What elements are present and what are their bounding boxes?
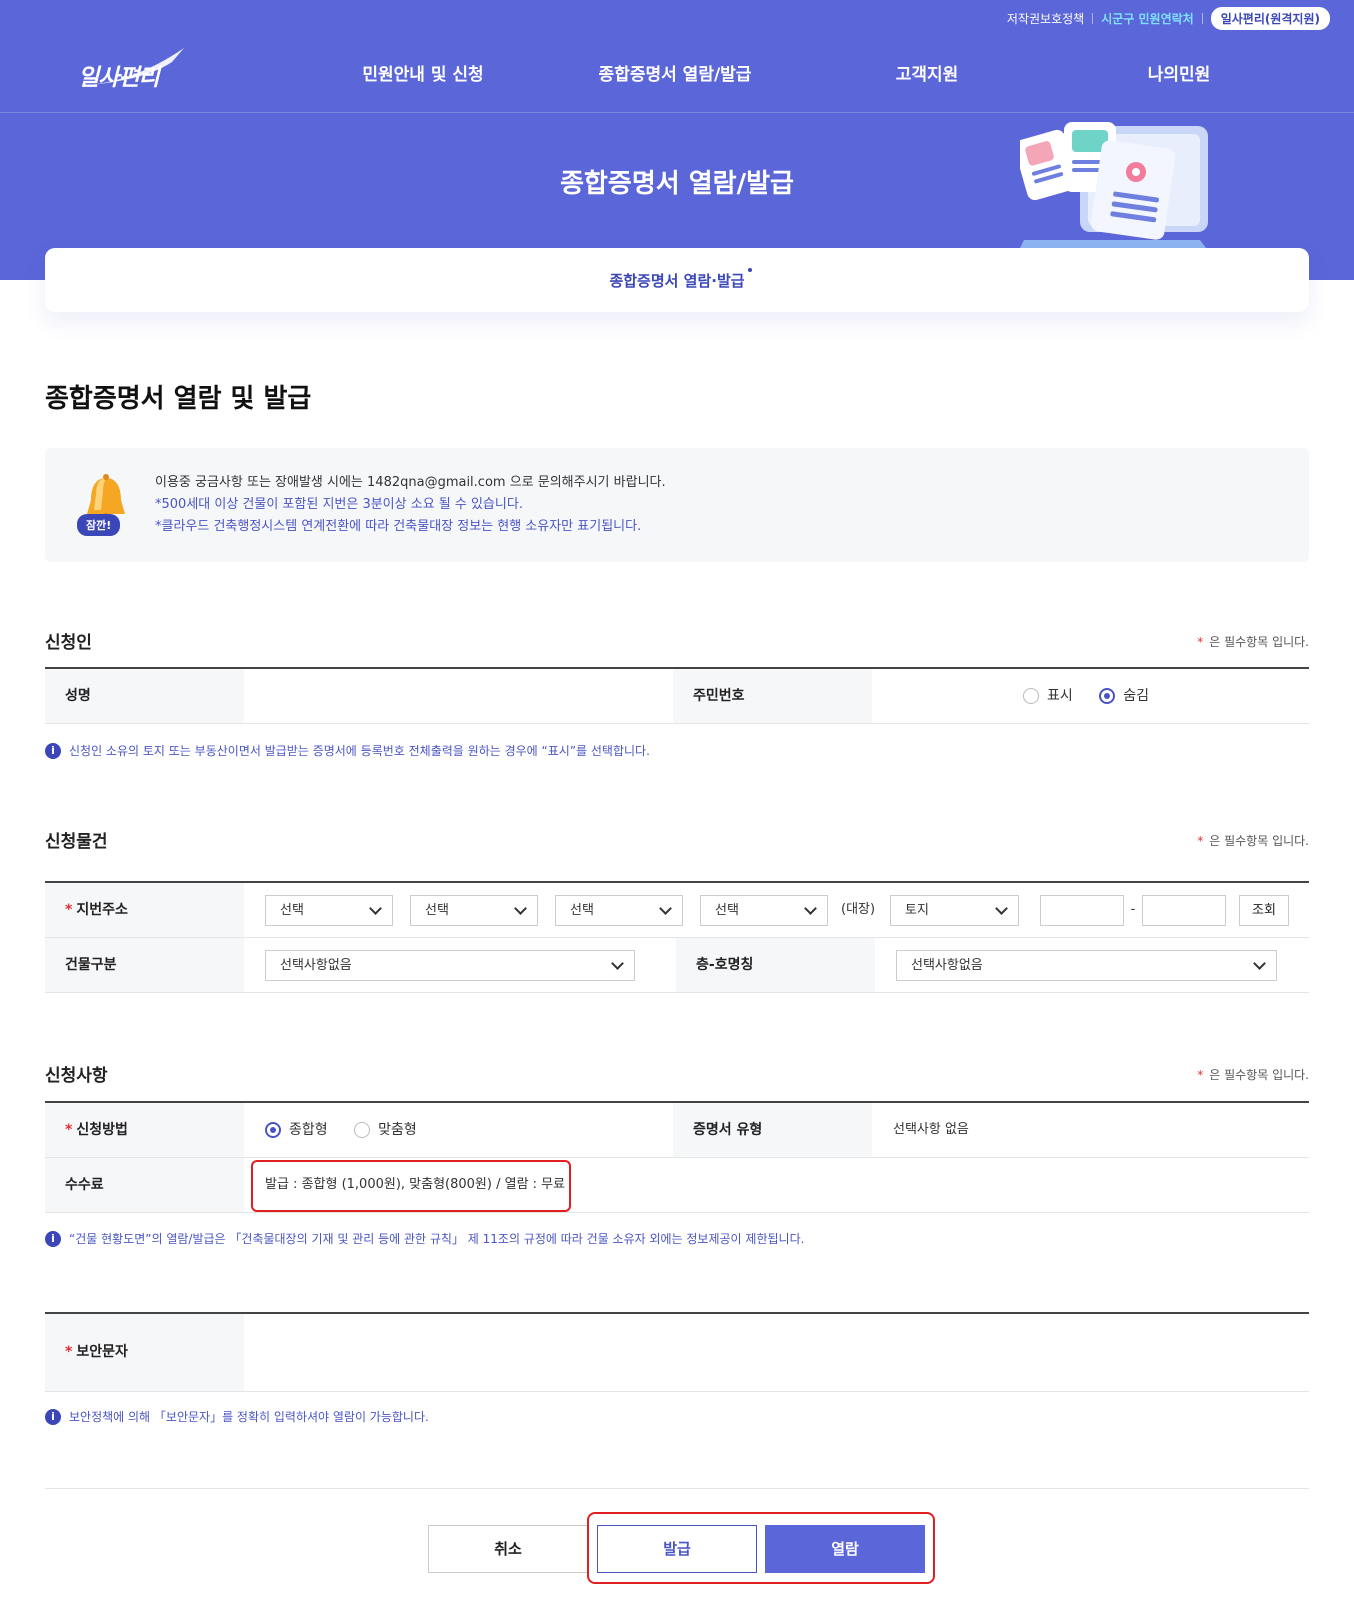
cancel-button[interactable]: 취소 (428, 1525, 588, 1573)
chevron-down-icon (659, 902, 672, 915)
table-row: * 보안문자 (45, 1314, 1309, 1392)
chevron-down-icon (1253, 957, 1266, 970)
applicant-info: i 신청인 소유의 토지 또는 부동산이면서 발급받는 증명서에 등록번호 전체출… (45, 742, 650, 759)
rrn-label: 주민번호 (673, 669, 872, 723)
request-info: i “건물 현황도면”의 열람/발급은 「건축물대장의 기재 및 관리 등에 관한… (45, 1230, 804, 1247)
search-button[interactable]: 조회 (1239, 895, 1289, 926)
captcha-label: * 보안문자 (45, 1314, 244, 1391)
divider (1201, 13, 1203, 24)
table-row: * 지번주소 선택 선택 선택 선택 (대장) 토지 - 조회 (45, 883, 1309, 938)
notice-text: 이용중 궁금사항 또는 장애발생 시에는 1482qna@gmail.com 으… (155, 472, 666, 538)
chevron-down-icon (804, 902, 817, 915)
eupmyeondong-select[interactable]: 선택 (555, 895, 683, 926)
chevron-down-icon (995, 902, 1008, 915)
rrn-show-radio[interactable]: 표시 (1023, 669, 1073, 723)
rrn-options: 표시 숨김 (1023, 669, 1303, 723)
required-note: * 은 필수항목 입니다. (1197, 1068, 1309, 1082)
ri-select[interactable]: 선택 (700, 895, 828, 926)
site-logo[interactable]: 일사편리 (72, 44, 202, 94)
required-note: * 은 필수항목 입니다. (1197, 635, 1309, 649)
cert-type-label: 증명서 유형 (673, 1103, 872, 1157)
fee-label: 수수료 (45, 1158, 244, 1212)
building-type-label: 건물구분 (45, 938, 244, 992)
security-table: * 보안문자 (45, 1312, 1309, 1392)
table-row: 성명 주민번호 표시 숨김 (45, 669, 1309, 724)
request-table: * 신청방법 종합형 맞춤형 증명서 유형 선택사항 없음 수수료 발급 : 종합… (45, 1101, 1309, 1213)
nav-divider (0, 112, 1354, 113)
required-note: * 은 필수항목 입니다. (1197, 834, 1309, 848)
info-icon: i (45, 742, 61, 759)
sigungu-select[interactable]: 선택 (410, 895, 538, 926)
request-section-header: 신청사항 * 은 필수항목 입니다. (45, 1061, 1309, 1086)
chevron-down-icon (611, 957, 624, 970)
cert-type-value: 선택사항 없음 (893, 1122, 969, 1137)
section-title: 신청물건 (45, 832, 108, 852)
property-section-header: 신청물건 * 은 필수항목 입니다. (45, 827, 1309, 852)
nav-item-civil-guide[interactable]: 민원안내 및 신청 (362, 60, 483, 85)
section-title: 신청사항 (45, 1066, 108, 1086)
notice-box: 잠깐! 이용중 궁금사항 또는 장애발생 시에는 1482qna@gmail.c… (45, 448, 1309, 562)
documents-illustration-icon (1020, 122, 1208, 248)
lot-dash: - (1130, 902, 1136, 917)
applicant-table: 성명 주민번호 표시 숨김 (45, 667, 1309, 724)
floor-unit-label: 층-호명칭 (676, 938, 875, 992)
logo-text: 일사편리 (78, 65, 160, 91)
table-row: 수수료 발급 : 종합형 (1,000원), 맞춤형(800원) / 열람 : … (45, 1158, 1309, 1213)
page-title: 종합증명서 열람 및 발급 (45, 384, 312, 414)
info-icon: i (45, 1408, 61, 1425)
section-title: 신청인 (45, 633, 92, 653)
remote-support-button[interactable]: 일사편리(원격지원) (1210, 7, 1330, 30)
table-row: * 신청방법 종합형 맞춤형 증명서 유형 선택사항 없음 (45, 1103, 1309, 1158)
chevron-down-icon (369, 902, 382, 915)
name-label: 성명 (45, 669, 244, 723)
table-row: 건물구분 선택사항없음 층-호명칭 선택사항없음 (45, 938, 1309, 993)
copyright-policy-link[interactable]: 저작권보호정책 (1007, 10, 1084, 27)
building-type-select[interactable]: 선택사항없음 (265, 950, 635, 981)
method-label: * 신청방법 (45, 1103, 244, 1157)
property-table: * 지번주소 선택 선택 선택 선택 (대장) 토지 - 조회 건물구분 선택사항… (45, 881, 1309, 993)
tab-certificate-view-issue[interactable]: 종합증명서 열람·발급 (609, 268, 752, 291)
daejang-label: (대장) (841, 902, 876, 917)
sido-select[interactable]: 선택 (265, 895, 393, 926)
nav-item-support[interactable]: 고객지원 (896, 60, 959, 85)
notice-badge: 잠깐! (77, 514, 121, 536)
buttons-highlight-box (587, 1512, 935, 1584)
applicant-section-header: 신청인 * 은 필수항목 입니다. (45, 628, 1309, 653)
nav-item-certificate[interactable]: 종합증명서 열람/발급 (599, 60, 752, 85)
land-type-select[interactable]: 토지 (890, 895, 1019, 926)
rrn-hide-radio[interactable]: 숨김 (1099, 669, 1149, 723)
notice-line: *500세대 이상 건물이 포함된 지번은 3분이상 소요 될 수 있습니다. (155, 497, 523, 512)
nav-item-my-civil[interactable]: 나의민원 (1148, 60, 1211, 85)
method-comprehensive-radio[interactable]: 종합형 (265, 1103, 328, 1157)
name-value (244, 669, 664, 723)
divider (45, 1488, 1309, 1489)
sub-tab-bar: 종합증명서 열람·발급 (45, 248, 1309, 312)
main-lot-input[interactable] (1040, 895, 1124, 926)
header-hero: 저작권보호정책 시군구 민원연락처 일사편리(원격지원) 일사편리 민원안내 및… (0, 0, 1354, 280)
local-office-contact-link[interactable]: 시군구 민원연락처 (1101, 10, 1194, 27)
method-options: 종합형 맞춤형 (265, 1103, 645, 1157)
method-custom-radio[interactable]: 맞춤형 (354, 1103, 417, 1157)
chevron-down-icon (514, 902, 527, 915)
sub-lot-input[interactable] (1142, 895, 1226, 926)
utility-links: 저작권보호정책 시군구 민원연락처 일사편리(원격지원) (1007, 7, 1330, 30)
fee-highlight-box (251, 1160, 571, 1212)
divider (1092, 13, 1094, 24)
info-icon: i (45, 1230, 61, 1247)
notice-line: *클라우드 건축행정시스템 연계전환에 따라 건축물대장 정보는 현행 소유자만… (155, 519, 642, 534)
address-label: * 지번주소 (45, 883, 244, 937)
captcha-area[interactable] (244, 1314, 1309, 1391)
floor-unit-select[interactable]: 선택사항없음 (896, 950, 1277, 981)
security-info: i 보안정책에 의해 「보안문자」를 정확히 입력하셔야 열람이 가능합니다. (45, 1408, 429, 1425)
notice-line: 이용중 궁금사항 또는 장애발생 시에는 1482qna@gmail.com 으… (155, 475, 666, 490)
